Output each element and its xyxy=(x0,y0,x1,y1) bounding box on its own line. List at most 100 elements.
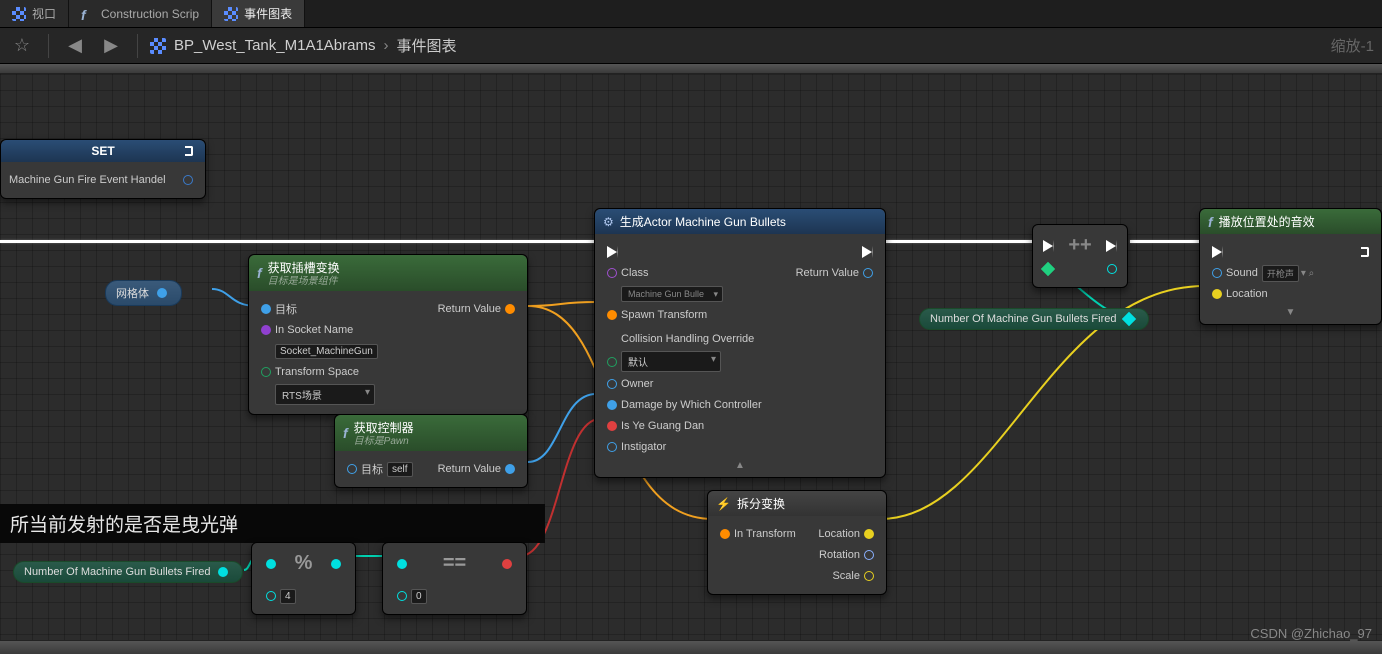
collision-pin[interactable] xyxy=(607,357,617,367)
pin-label: Return Value xyxy=(438,303,501,315)
increment-node[interactable]: ++ xyxy=(1032,224,1128,288)
pin-label: Location xyxy=(1226,288,1268,300)
self-input[interactable]: self xyxy=(387,462,413,477)
node-title: 获取控制器 xyxy=(354,421,414,435)
collapse-arrow[interactable]: ▼ xyxy=(1208,307,1373,318)
equals-node[interactable]: == 0 xyxy=(382,542,527,615)
node-title: 获取插槽变换 xyxy=(268,261,340,275)
modulo-symbol: % xyxy=(295,552,313,575)
mod-input-a[interactable]: 4 xyxy=(280,589,296,604)
socket-name-pin[interactable] xyxy=(259,323,273,337)
modulo-node[interactable]: % 4 xyxy=(251,542,356,615)
output-pin[interactable] xyxy=(183,175,193,185)
graph-icon xyxy=(224,7,238,21)
rotation-pin[interactable] xyxy=(864,550,874,560)
tab-label: 视口 xyxy=(32,5,56,22)
scale-pin[interactable] xyxy=(864,571,874,581)
favorite-button[interactable]: ☆ xyxy=(8,32,36,60)
nav-forward-button[interactable]: ▶ xyxy=(97,32,125,60)
class-dropdown[interactable]: Machine Gun Bulle xyxy=(621,286,723,302)
graph-canvas[interactable]: SET Machine Gun Fire Event Handel 网格体 f … xyxy=(0,74,1382,654)
var-output-pin[interactable] xyxy=(218,567,228,577)
result-pin[interactable] xyxy=(502,559,512,569)
exec-out-pin[interactable] xyxy=(1361,247,1369,257)
out-pin[interactable] xyxy=(1107,264,1117,274)
breadcrumb-root[interactable]: BP_West_Tank_M1A1Abrams xyxy=(174,37,375,54)
editor-tabs: 视口 f Construction Scrip 事件图表 xyxy=(0,0,1382,28)
equals-symbol: == xyxy=(443,552,466,575)
a-pin[interactable] xyxy=(397,559,407,569)
function-icon: f xyxy=(1208,214,1213,230)
b-pin[interactable] xyxy=(397,591,407,601)
return-pin[interactable] xyxy=(863,268,873,278)
get-socket-transform-node[interactable]: f 获取插槽变换 目标是场景组件 目标 Return Value In Sock… xyxy=(248,254,528,415)
ref-in-pin[interactable] xyxy=(1041,262,1055,276)
target-pin[interactable] xyxy=(347,464,357,474)
comment-text: 所当前发射的是否是曳光弹 xyxy=(10,515,238,536)
yeguang-pin[interactable] xyxy=(607,421,617,431)
return-pin[interactable] xyxy=(505,304,515,314)
var-output-pin[interactable] xyxy=(1122,312,1136,326)
function-icon: f xyxy=(257,265,262,281)
pin-label: Return Value xyxy=(438,463,501,475)
instigator-pin[interactable] xyxy=(607,442,617,452)
owner-pin[interactable] xyxy=(607,379,617,389)
breadcrumb: BP_West_Tank_M1A1Abrams › 事件图表 xyxy=(150,35,457,56)
blueprint-icon xyxy=(150,38,166,54)
break-transform-node[interactable]: ⚡ 拆分变换 In Transform Location Rotation Sc… xyxy=(707,490,887,595)
a-pin[interactable] xyxy=(266,559,276,569)
exec-in-pin[interactable] xyxy=(607,246,618,258)
play-sound-node[interactable]: f 播放位置处的音效 Sound 开枪声▾ ⌕ Location ▼ xyxy=(1199,208,1382,325)
location-pin[interactable] xyxy=(1212,289,1222,299)
b-pin[interactable] xyxy=(266,591,276,601)
return-pin[interactable] xyxy=(505,464,515,474)
pin-label: Sound xyxy=(1226,267,1258,279)
collapse-arrow[interactable]: ▲ xyxy=(603,460,877,471)
damage-controller-pin[interactable] xyxy=(607,400,617,410)
target-pin[interactable] xyxy=(261,304,271,314)
bullets-fired-variable-ref[interactable]: Number Of Machine Gun Bullets Fired xyxy=(919,308,1149,330)
eq-input-b[interactable]: 0 xyxy=(411,589,427,604)
pin-label: Instigator xyxy=(621,441,666,453)
pin-label: Scale xyxy=(832,570,860,582)
bullets-fired-variable-get[interactable]: Number Of Machine Gun Bullets Fired xyxy=(13,561,243,583)
collision-dropdown[interactable]: 默认 xyxy=(621,351,721,372)
tab-viewport[interactable]: 视口 xyxy=(0,0,69,27)
exec-in-pin[interactable] xyxy=(1043,240,1054,252)
transform-space-pin[interactable] xyxy=(261,367,271,377)
location-pin[interactable] xyxy=(864,529,874,539)
get-controller-node[interactable]: f 获取控制器 目标是Pawn 目标 self Return Value xyxy=(334,414,528,488)
mesh-variable[interactable]: 网格体 xyxy=(105,280,182,306)
sub-toolbar xyxy=(0,64,1382,74)
spawn-actor-node[interactable]: ⚙ 生成Actor Machine Gun Bullets Class Retu… xyxy=(594,208,886,478)
spawn-transform-pin[interactable] xyxy=(607,310,617,320)
exec-out-pin[interactable] xyxy=(185,146,193,156)
tab-construction[interactable]: f Construction Scrip xyxy=(69,0,212,27)
socket-name-input[interactable]: Socket_MachineGun xyxy=(275,344,378,359)
pin-label: Spawn Transform xyxy=(621,309,707,321)
breadcrumb-current[interactable]: 事件图表 xyxy=(396,35,456,56)
pin-label: Class xyxy=(621,267,649,279)
var-label: 网格体 xyxy=(116,285,149,301)
nav-back-button[interactable]: ◀ xyxy=(61,32,89,60)
in-transform-pin[interactable] xyxy=(720,529,730,539)
pin-label: Collision Handling Override xyxy=(603,333,754,345)
pin-label: 目标 xyxy=(275,301,297,317)
exec-out-pin[interactable] xyxy=(862,246,873,258)
breadcrumb-sep: › xyxy=(383,37,388,54)
exec-in-pin[interactable] xyxy=(1212,246,1223,258)
bottom-bar xyxy=(0,640,1382,654)
pin-label: Machine Gun Fire Event Handel xyxy=(9,174,166,186)
tab-eventgraph[interactable]: 事件图表 xyxy=(212,0,305,27)
set-node[interactable]: SET Machine Gun Fire Event Handel xyxy=(0,139,206,199)
sound-pin[interactable] xyxy=(1212,268,1222,278)
pin-label: Owner xyxy=(621,378,653,390)
var-output-pin[interactable] xyxy=(157,288,167,298)
pin-label: Rotation xyxy=(819,549,860,561)
class-pin[interactable] xyxy=(607,268,617,278)
transform-space-dropdown[interactable]: RTS场景 xyxy=(275,384,375,405)
result-pin[interactable] xyxy=(331,559,341,569)
sound-input[interactable]: 开枪声 xyxy=(1262,265,1299,282)
exec-out-pin[interactable] xyxy=(1106,240,1117,252)
comment-box[interactable]: 所当前发射的是否是曳光弹 xyxy=(0,504,545,543)
